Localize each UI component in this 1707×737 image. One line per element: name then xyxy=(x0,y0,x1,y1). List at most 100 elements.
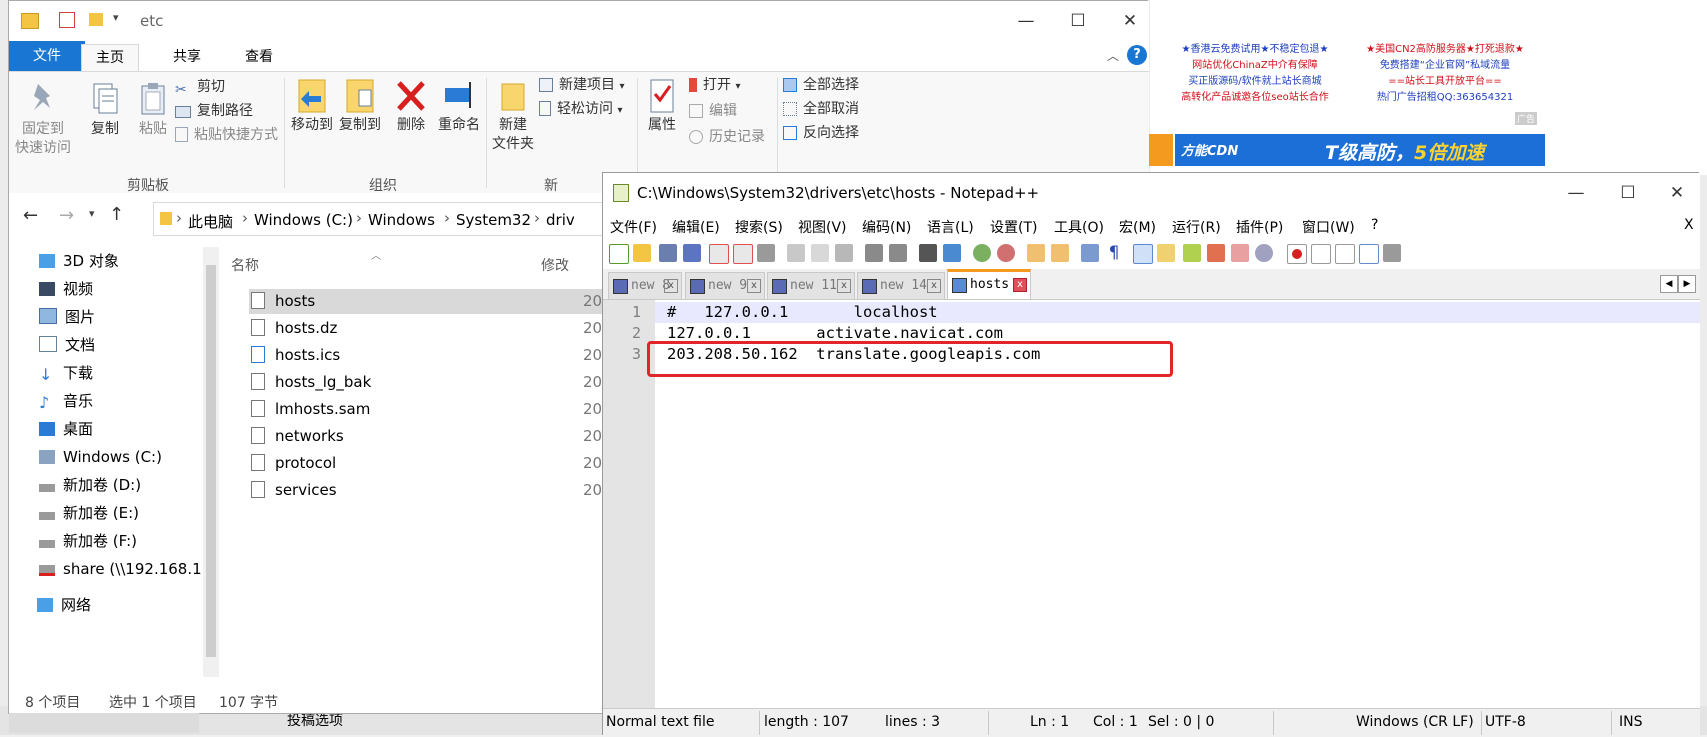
ad-line[interactable]: 买正版源码/软件就上站长商城 xyxy=(1170,74,1340,90)
tab-scroll-right-icon[interactable]: ▶ xyxy=(1678,275,1696,293)
nav-item-share[interactable]: share (\\192.168.1 xyxy=(39,555,202,583)
chevron-right-icon[interactable]: › xyxy=(444,209,450,227)
paste-shortcut-button[interactable]: 粘贴快捷方式 xyxy=(175,124,278,146)
ad-line[interactable]: 免费搭建“企业官网”私域流量 xyxy=(1350,58,1540,74)
cut-icon[interactable] xyxy=(787,244,805,262)
select-none-button[interactable]: 全部取消 xyxy=(783,98,859,120)
ad-line[interactable]: 高转化产品诚邀各位seo站长合作 xyxy=(1170,90,1340,106)
new-file-icon[interactable] xyxy=(609,244,629,264)
ad-line[interactable]: ★香港云免费试用★不稳定包退★ xyxy=(1170,42,1340,58)
file-row[interactable]: protocol xyxy=(251,450,336,477)
tab-new-9[interactable]: new 9x xyxy=(685,272,765,299)
tab-home[interactable]: 主页 xyxy=(81,44,139,72)
close-icon[interactable]: ✕ xyxy=(1107,1,1153,41)
file-row[interactable]: hosts xyxy=(251,288,315,315)
tab-view[interactable]: 查看 xyxy=(231,44,287,71)
chevron-right-icon[interactable]: › xyxy=(242,209,248,227)
ad-line[interactable]: ==站长工具开放平台== xyxy=(1350,74,1540,90)
copy-icon[interactable] xyxy=(811,244,829,262)
code-line[interactable]: 127.0.0.1 activate.navicat.com xyxy=(667,324,1003,342)
delete-button[interactable]: 删除 xyxy=(391,76,431,135)
breadcrumb-item[interactable]: driv xyxy=(546,211,575,229)
breadcrumb-item[interactable]: Windows xyxy=(368,211,435,229)
paste-icon[interactable] xyxy=(835,244,853,262)
play-macro-icon[interactable] xyxy=(1335,244,1355,264)
redo-icon[interactable] xyxy=(889,244,907,262)
menu-settings[interactable]: 设置(T) xyxy=(990,217,1037,237)
folder-workspace-icon[interactable] xyxy=(1231,244,1249,262)
menu-edit[interactable]: 编辑(E) xyxy=(672,217,720,237)
close-tab-icon[interactable]: x xyxy=(837,279,851,293)
print-icon[interactable] xyxy=(757,244,775,262)
open-button[interactable]: 打开 ▾ xyxy=(689,74,740,96)
new-folder-quick-icon[interactable] xyxy=(89,13,103,26)
menu-view[interactable]: 视图(V) xyxy=(798,217,847,237)
save-macro-icon[interactable] xyxy=(1383,244,1401,262)
nav-item-music[interactable]: ♪ 音乐 xyxy=(39,387,93,415)
file-row[interactable]: services xyxy=(251,477,337,504)
minimize-icon[interactable]: — xyxy=(1553,173,1599,213)
code-line[interactable]: # 127.0.0.1 localhost xyxy=(667,303,938,321)
menu-close-doc[interactable]: X xyxy=(1684,217,1694,233)
zoom-out-icon[interactable] xyxy=(997,244,1015,262)
close-all-icon[interactable] xyxy=(733,244,753,264)
column-header-name[interactable]: 名称 xyxy=(231,255,259,275)
file-row[interactable]: networks xyxy=(251,423,344,450)
ad-line[interactable]: 网站优化ChinaZ中介有保障 xyxy=(1170,58,1340,74)
select-all-button[interactable]: 全部选择 xyxy=(783,74,859,96)
nav-item-videos[interactable]: 视频 xyxy=(39,275,93,303)
replace-icon[interactable] xyxy=(943,244,961,262)
undo-icon[interactable] xyxy=(865,244,883,262)
column-header-modified[interactable]: 修改 xyxy=(541,255,569,275)
save-icon[interactable] xyxy=(659,244,677,262)
tab-share[interactable]: 共享 xyxy=(159,44,215,71)
menu-search[interactable]: 搜索(S) xyxy=(735,217,783,237)
ad-column-right[interactable]: ★美国CN2高防服务器★打死退款★ 免费搭建“企业官网”私域流量 ==站长工具开… xyxy=(1350,42,1540,106)
menu-file[interactable]: 文件(F) xyxy=(610,217,657,237)
save-all-icon[interactable] xyxy=(683,244,701,262)
file-row[interactable]: lmhosts.sam xyxy=(251,396,370,423)
ad-line[interactable]: ★美国CN2高防服务器★打死退款★ xyxy=(1350,42,1540,58)
breadcrumb-item[interactable]: System32 xyxy=(456,211,531,229)
chevron-right-icon[interactable]: › xyxy=(534,209,540,227)
up-arrow-icon[interactable]: ↑ xyxy=(109,204,124,225)
collapse-ribbon-icon[interactable]: ︿ xyxy=(1107,47,1119,64)
open-file-icon[interactable] xyxy=(633,244,651,262)
nav-item-drive-c[interactable]: Windows (C:) xyxy=(39,443,162,471)
show-all-chars-icon[interactable]: ¶ xyxy=(1105,244,1123,262)
address-bar[interactable]: › 此电脑 › Windows (C:) › Windows › System3… xyxy=(153,202,613,236)
run-macro-multiple-icon[interactable] xyxy=(1359,244,1379,264)
menu-plugins[interactable]: 插件(P) xyxy=(1236,217,1283,237)
new-folder-button[interactable]: 新建 文件夹 xyxy=(489,76,537,154)
chevron-right-icon[interactable]: › xyxy=(176,209,182,227)
word-wrap-icon[interactable] xyxy=(1081,244,1099,262)
nav-item-drive-d[interactable]: 新加卷 (D:) xyxy=(39,471,141,499)
properties-quick-icon[interactable] xyxy=(59,12,75,28)
ad-line[interactable]: 热门广告招租QQ:363654321 xyxy=(1350,90,1540,106)
record-macro-icon[interactable] xyxy=(1287,244,1307,264)
menu-run[interactable]: 运行(R) xyxy=(1172,217,1221,237)
forward-arrow-icon[interactable]: → xyxy=(59,205,74,226)
menu-window[interactable]: 窗口(W) xyxy=(1302,217,1355,237)
nav-item-downloads[interactable]: ↓ 下载 xyxy=(39,359,93,387)
ad-column-left[interactable]: ★香港云免费试用★不稳定包退★ 网站优化ChinaZ中介有保障 买正版源码/软件… xyxy=(1170,42,1340,106)
monitoring-icon[interactable] xyxy=(1255,244,1273,262)
nav-item-pictures[interactable]: 图片 xyxy=(39,303,95,331)
indent-guide-icon[interactable] xyxy=(1133,244,1153,264)
nav-item-drive-f[interactable]: 新加卷 (F:) xyxy=(39,527,137,555)
sync-horizontal-icon[interactable] xyxy=(1051,244,1069,262)
properties-button[interactable]: 属性 xyxy=(641,76,683,135)
nav-item-3d-objects[interactable]: 3D 对象 xyxy=(39,247,119,275)
doc-map-icon[interactable] xyxy=(1183,244,1201,262)
chevron-right-icon[interactable]: › xyxy=(356,209,362,227)
cut-button[interactable]: ✂ 剪切 xyxy=(175,76,225,98)
nav-item-documents[interactable]: 文档 xyxy=(39,331,95,359)
minimize-icon[interactable]: — xyxy=(1003,1,1049,41)
copy-to-button[interactable]: 复制到 xyxy=(337,76,383,135)
tab-new-8[interactable]: new 8x xyxy=(608,272,682,299)
menu-language[interactable]: 语言(L) xyxy=(927,217,974,237)
menu-help[interactable]: ? xyxy=(1371,217,1378,233)
help-icon[interactable]: ? xyxy=(1127,45,1147,65)
edit-button[interactable]: 编辑 xyxy=(689,100,737,122)
file-row[interactable]: hosts.dz xyxy=(251,315,337,342)
